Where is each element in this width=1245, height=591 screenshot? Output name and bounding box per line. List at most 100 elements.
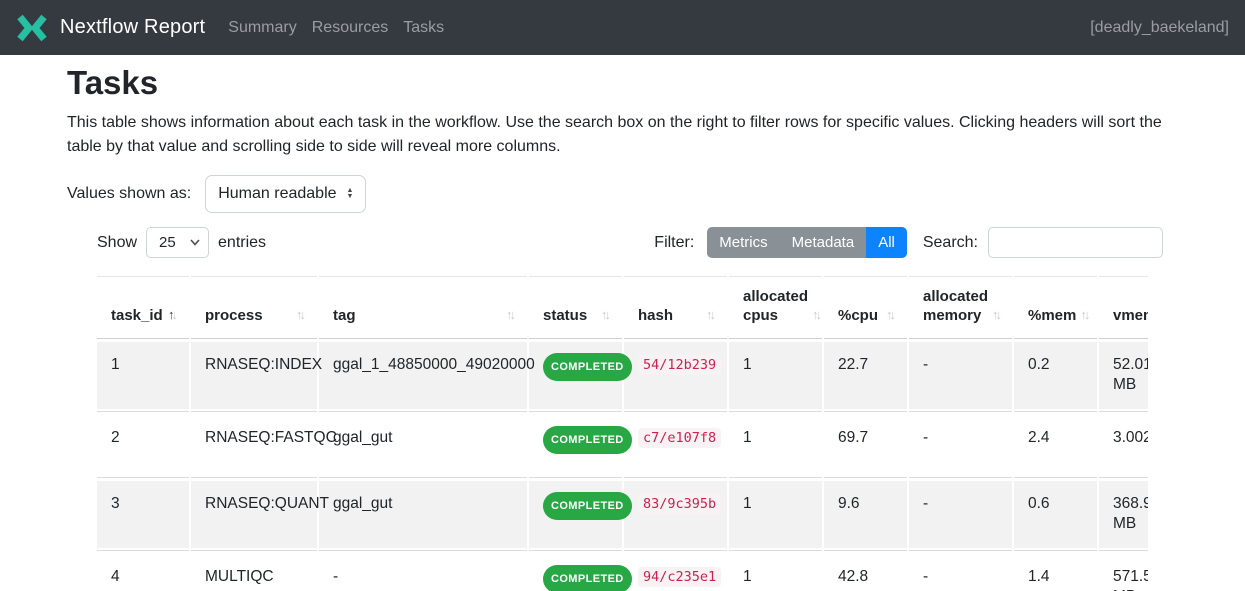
cell-hash: 54/12b239 xyxy=(623,339,728,412)
sort-icon: ↑↓ xyxy=(992,305,999,325)
page-length-select[interactable]: 25 xyxy=(146,227,209,258)
cell-allocated-cpus: 1 xyxy=(728,551,823,591)
status-badge: COMPLETED xyxy=(543,353,632,381)
cell-status: COMPLETED xyxy=(528,551,623,591)
cell-vmem: 368.95 MB xyxy=(1098,478,1148,551)
sort-icon: ↑↓ xyxy=(812,305,819,325)
brand[interactable]: Nextflow Report xyxy=(16,12,205,44)
sort-icon: ↑↓ xyxy=(168,305,175,325)
table-row[interactable]: 3 RNASEQ:QUANT ggal_gut COMPLETED 83/9c3… xyxy=(97,478,1148,551)
hash-code: 54/12b239 xyxy=(638,355,721,375)
status-badge: COMPLETED xyxy=(543,492,632,520)
search-label: Search: xyxy=(923,234,978,252)
cell-tag: ggal_gut xyxy=(318,478,528,551)
cell-pct-mem: 2.4 xyxy=(1013,412,1098,478)
sort-icon: ↑↓ xyxy=(706,305,713,325)
status-badge: COMPLETED xyxy=(543,426,632,454)
hash-code: 83/9c395b xyxy=(638,494,721,514)
column-header-allocated-cpus[interactable]: allocated cpus↑↓ xyxy=(728,277,823,339)
column-header-status[interactable]: status↑↓ xyxy=(528,277,623,339)
run-name-badge: [deadly_baekeland] xyxy=(1090,19,1229,37)
cell-pct-mem: 0.2 xyxy=(1013,339,1098,412)
cell-allocated-cpus: 1 xyxy=(728,339,823,412)
cell-allocated-memory: - xyxy=(908,339,1013,412)
column-header-task-id[interactable]: task_id↑↓ xyxy=(97,277,190,339)
cell-process: MULTIQC xyxy=(190,551,318,591)
page-length-value: 25 xyxy=(159,234,176,251)
filter-group: Filter: Metrics Metadata All xyxy=(654,227,907,258)
cell-allocated-cpus: 1 xyxy=(728,412,823,478)
datatable-wrapper: Show 25 entries Filter: Metrics Metadata xyxy=(97,227,1163,591)
column-header-hash[interactable]: hash↑↓ xyxy=(623,277,728,339)
cell-pct-mem: 0.6 xyxy=(1013,478,1098,551)
column-header-pct-mem[interactable]: %mem↑↓ xyxy=(1013,277,1098,339)
table-row[interactable]: 4 MULTIQC - COMPLETED 94/c235e1 1 42.8 -… xyxy=(97,551,1148,591)
filter-button-metrics[interactable]: Metrics xyxy=(707,227,779,258)
cell-pct-cpu: 42.8 xyxy=(823,551,908,591)
sort-icon: ↑↓ xyxy=(601,305,608,325)
select-updown-icon: ▲▼ xyxy=(347,188,354,200)
cell-allocated-cpus: 1 xyxy=(728,478,823,551)
sort-icon: ↑↓ xyxy=(1080,305,1087,325)
nav-item-tasks[interactable]: Tasks xyxy=(403,19,444,37)
cell-pct-cpu: 22.7 xyxy=(823,339,908,412)
cell-hash: 94/c235e1 xyxy=(623,551,728,591)
show-label: Show xyxy=(97,234,137,252)
cell-tag: ggal_1_48850000_49020000 xyxy=(318,339,528,412)
filter-label: Filter: xyxy=(654,234,694,252)
cell-status: COMPLETED xyxy=(528,412,623,478)
sort-icon: ↑↓ xyxy=(506,305,513,325)
table-row[interactable]: 1 RNASEQ:INDEX ggal_1_48850000_49020000 … xyxy=(97,339,1148,412)
nav-item-summary[interactable]: Summary xyxy=(228,19,296,37)
values-shown-select[interactable]: Human readable ▲▼ xyxy=(205,175,366,213)
table-body: 1 RNASEQ:INDEX ggal_1_48850000_49020000 … xyxy=(97,339,1148,591)
cell-tag: - xyxy=(318,551,528,591)
values-shown-selected-value: Human readable xyxy=(218,185,336,203)
nav-item-resources[interactable]: Resources xyxy=(312,19,388,37)
cell-task-id: 1 xyxy=(97,339,190,412)
cell-tag: ggal_gut xyxy=(318,412,528,478)
cell-allocated-memory: - xyxy=(908,478,1013,551)
cell-status: COMPLETED xyxy=(528,339,623,412)
chevron-down-icon xyxy=(190,239,200,246)
cell-process: RNASEQ:QUANT xyxy=(190,478,318,551)
filter-button-all[interactable]: All xyxy=(866,227,907,258)
table-row[interactable]: 2 RNASEQ:FASTQC ggal_gut COMPLETED c7/e1… xyxy=(97,412,1148,478)
tasks-table: task_id↑↓ process↑↓ tag↑↓ status↑↓ hash↑… xyxy=(97,276,1148,591)
hash-code: c7/e107f8 xyxy=(638,428,721,448)
brand-title: Nextflow Report xyxy=(60,16,205,39)
show-entries-group: Show 25 entries xyxy=(97,227,266,258)
values-shown-row: Values shown as: Human readable ▲▼ xyxy=(67,175,1178,213)
filter-button-group: Metrics Metadata All xyxy=(707,227,907,258)
column-header-pct-cpu[interactable]: %cpu↑↓ xyxy=(823,277,908,339)
nav-links: Summary Resources Tasks xyxy=(228,19,444,37)
table-scroll-container[interactable]: task_id↑↓ process↑↓ tag↑↓ status↑↓ hash↑… xyxy=(97,276,1148,591)
cell-allocated-memory: - xyxy=(908,551,1013,591)
search-group: Search: xyxy=(923,227,1163,258)
search-input[interactable] xyxy=(988,227,1163,258)
hash-code: 94/c235e1 xyxy=(638,567,721,587)
column-header-vmem[interactable]: vmem↑↓ xyxy=(1098,277,1148,339)
cell-task-id: 4 xyxy=(97,551,190,591)
cell-process: RNASEQ:INDEX xyxy=(190,339,318,412)
filter-button-metadata[interactable]: Metadata xyxy=(780,227,867,258)
cell-pct-cpu: 69.7 xyxy=(823,412,908,478)
cell-vmem: 571.58 MB xyxy=(1098,551,1148,591)
column-header-allocated-memory[interactable]: allocated memory↑↓ xyxy=(908,277,1013,339)
cell-pct-cpu: 9.6 xyxy=(823,478,908,551)
sort-icon: ↑↓ xyxy=(296,305,303,325)
cell-process: RNASEQ:FASTQC xyxy=(190,412,318,478)
column-header-tag[interactable]: tag↑↓ xyxy=(318,277,528,339)
status-badge: COMPLETED xyxy=(543,565,632,591)
cell-vmem: 52.016 MB xyxy=(1098,339,1148,412)
cell-allocated-memory: - xyxy=(908,412,1013,478)
cell-hash: 83/9c395b xyxy=(623,478,728,551)
nextflow-logo-icon xyxy=(16,12,48,44)
cell-vmem: 3.002 xyxy=(1098,412,1148,478)
cell-pct-mem: 1.4 xyxy=(1013,551,1098,591)
column-header-process[interactable]: process↑↓ xyxy=(190,277,318,339)
cell-task-id: 2 xyxy=(97,412,190,478)
cell-status: COMPLETED xyxy=(528,478,623,551)
table-header: task_id↑↓ process↑↓ tag↑↓ status↑↓ hash↑… xyxy=(97,277,1148,339)
page-description: This table shows information about each … xyxy=(67,111,1167,159)
